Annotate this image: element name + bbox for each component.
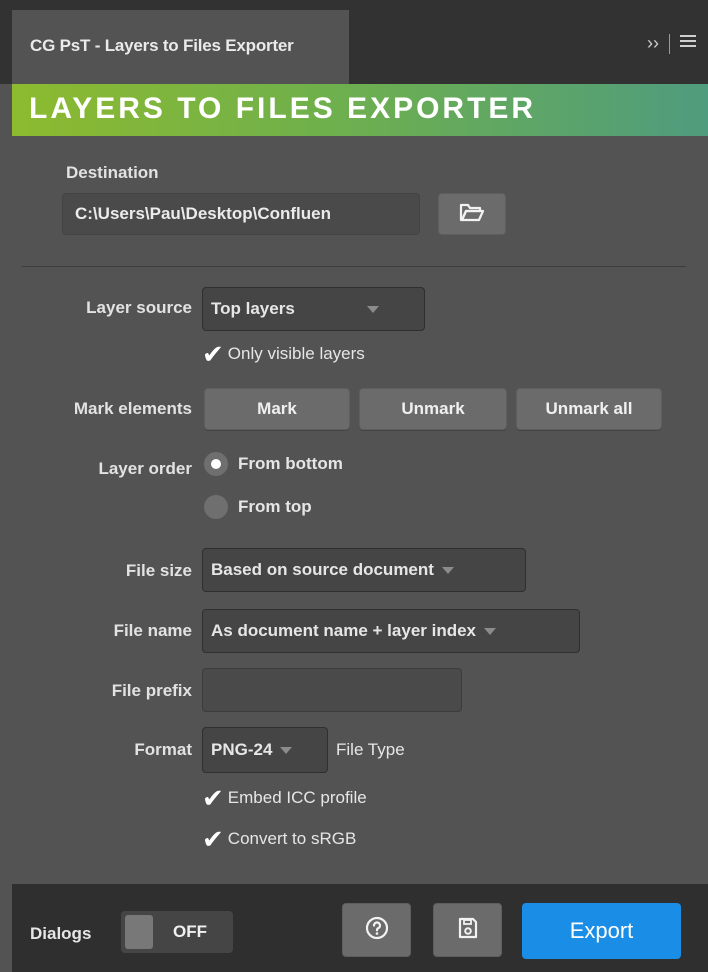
panel-menu-icon[interactable] xyxy=(680,33,696,54)
radio-from-top[interactable]: From top xyxy=(204,495,312,519)
help-button[interactable] xyxy=(342,903,411,957)
dialogs-toggle[interactable]: OFF xyxy=(121,911,233,953)
file-size-dropdown[interactable]: Based on source document xyxy=(202,548,526,592)
embed-icc-label: Embed ICC profile xyxy=(227,788,367,807)
layer-source-value: Top layers xyxy=(211,299,295,318)
radio-selected-icon xyxy=(204,452,228,476)
convert-srgb-label: Convert to sRGB xyxy=(227,829,357,848)
file-prefix-label: File prefix xyxy=(111,681,192,700)
chevron-down-icon xyxy=(441,566,454,574)
checkmark-icon: ✔ xyxy=(202,339,224,369)
file-name-dropdown[interactable]: As document name + layer index xyxy=(202,609,580,653)
save-preset-button[interactable] xyxy=(433,903,502,957)
chevron-down-icon xyxy=(484,627,497,635)
panel-tab[interactable]: CG PsT - Layers to Files Exporter xyxy=(12,10,349,84)
unmark-button[interactable]: Unmark xyxy=(359,388,507,430)
file-name-label: File name xyxy=(113,621,192,640)
file-size-value: Based on source document xyxy=(211,560,434,579)
destination-path-field[interactable]: C:\Users\Pau\Desktop\Confluen xyxy=(62,193,420,235)
file-size-label: File size xyxy=(125,561,192,580)
layer-order-label: Layer order xyxy=(98,459,192,478)
file-name-value: As document name + layer index xyxy=(211,621,477,640)
export-button[interactable]: Export xyxy=(522,903,681,959)
folder-open-icon xyxy=(459,201,485,228)
unmark-all-button[interactable]: Unmark all xyxy=(516,388,662,430)
banner-title: LAYERS TO FILES EXPORTER xyxy=(12,84,708,136)
destination-label: Destination xyxy=(66,163,159,182)
mark-button[interactable]: Mark xyxy=(204,388,350,430)
embed-icc-checkbox[interactable]: ✔ Embed ICC profile xyxy=(202,785,367,811)
file-prefix-input[interactable] xyxy=(202,668,462,712)
layer-source-dropdown[interactable]: Top layers xyxy=(202,287,425,331)
tab-divider xyxy=(669,33,670,54)
format-label: Format xyxy=(134,740,192,759)
radio-from-bottom[interactable]: From bottom xyxy=(204,452,343,476)
layer-source-label: Layer source xyxy=(86,298,192,317)
save-icon xyxy=(457,917,479,944)
dialogs-label: Dialogs xyxy=(30,924,92,943)
only-visible-label: Only visible layers xyxy=(227,344,365,363)
help-icon xyxy=(365,916,389,945)
convert-srgb-checkbox[interactable]: ✔ Convert to sRGB xyxy=(202,826,356,852)
expand-panel-icon[interactable]: ›› xyxy=(647,33,659,54)
checkmark-icon: ✔ xyxy=(202,824,224,854)
only-visible-checkbox[interactable]: ✔ Only visible layers xyxy=(202,341,365,367)
chevron-down-icon xyxy=(366,305,379,313)
toggle-knob xyxy=(125,915,153,949)
dialogs-state: OFF xyxy=(173,922,207,941)
radio-unselected-icon xyxy=(204,495,228,519)
format-value: PNG-24 xyxy=(211,740,273,759)
chevron-down-icon xyxy=(280,746,293,754)
browse-folder-button[interactable] xyxy=(438,193,506,235)
radio-from-top-label: From top xyxy=(238,497,312,516)
radio-from-bottom-label: From bottom xyxy=(238,454,343,473)
format-dropdown[interactable]: PNG-24 xyxy=(202,727,328,773)
panel-tab-controls: ›› xyxy=(647,33,696,54)
file-type-label: File Type xyxy=(336,740,405,759)
mark-elements-label: Mark elements xyxy=(73,399,192,418)
checkmark-icon: ✔ xyxy=(202,783,224,813)
section-divider xyxy=(22,266,686,267)
